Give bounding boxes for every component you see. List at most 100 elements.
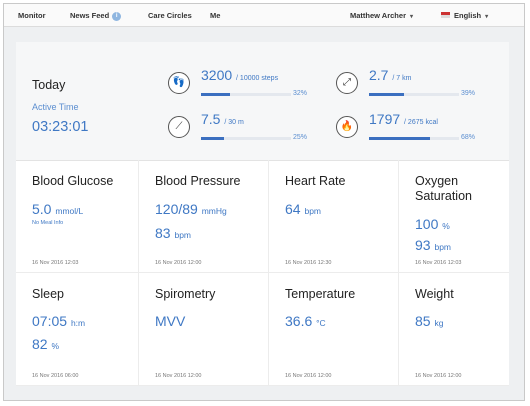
climb-value-wrap: 7.5 / 30 m xyxy=(201,111,244,127)
metric-unit: % xyxy=(442,221,450,231)
metric-value-line: 64 bpm xyxy=(285,201,321,217)
meal-info-note: No Meal Info xyxy=(32,220,64,226)
metric-value-line-2: 93 bpm xyxy=(415,237,451,253)
distance-progress-fill xyxy=(369,93,405,96)
distance-stat[interactable]: ⤢ 2.7 / 7 km 39% xyxy=(336,67,486,106)
climb-value: 7.5 xyxy=(201,111,221,127)
metric-sleep[interactable]: Sleep 07:05 h:m 82 % 16 Nov 2016 06:00 xyxy=(16,273,139,386)
distance-percent: 39% xyxy=(461,90,476,97)
climb-stat[interactable]: ⟋ 7.5 / 30 m 25% xyxy=(168,111,318,150)
steps-stat[interactable]: 👣 3200 / 10000 steps 32% xyxy=(168,67,318,106)
metric-value: 36.6 xyxy=(285,313,313,329)
metric-blood-glucose[interactable]: Blood Glucose 5.0 mmol/L No Meal Info 16… xyxy=(16,160,139,273)
metric-heart-rate[interactable]: Heart Rate 64 bpm 16 Nov 2016 12:30 xyxy=(269,160,399,273)
climb-progress-bar xyxy=(201,137,291,140)
user-menu[interactable]: Matthew Archer ▾ xyxy=(350,11,413,20)
chevron-down-icon: ▾ xyxy=(409,14,413,20)
distance-value-wrap: 2.7 / 7 km xyxy=(369,67,411,83)
calories-progress-fill xyxy=(369,137,431,140)
metric-oxygen-saturation[interactable]: Oxygen Saturation 100 % 93 bpm 16 Nov 20… xyxy=(399,160,509,273)
today-summary: Today Active Time 03:23:01 👣 3200 / 1000… xyxy=(16,42,509,161)
metric-temperature[interactable]: Temperature 36.6 °C 16 Nov 2016 12:00 xyxy=(269,273,399,386)
distance-icon: ⤢ xyxy=(336,72,358,94)
metric-unit-2: % xyxy=(51,341,60,351)
distance-value: 2.7 xyxy=(369,67,389,83)
metric-spirometry[interactable]: Spirometry MVV 16 Nov 2016 12:00 xyxy=(139,273,269,386)
metric-value: 5.0 xyxy=(32,201,52,217)
notification-icon: i xyxy=(112,11,122,21)
metric-timestamp: 16 Nov 2016 12:30 xyxy=(285,260,332,266)
steps-unit: / 10000 steps xyxy=(236,75,279,82)
calories-percent: 68% xyxy=(461,134,476,141)
nav-care-circles[interactable]: Care Circles xyxy=(148,11,192,20)
user-name: Matthew Archer xyxy=(350,11,406,20)
calories-value: 1797 xyxy=(369,111,401,127)
language-label: English xyxy=(454,11,482,20)
metric-unit: °C xyxy=(316,318,326,328)
metric-name: Heart Rate xyxy=(285,174,346,188)
metric-weight[interactable]: Weight 85 kg 16 Nov 2016 12:00 xyxy=(399,273,509,386)
metric-value: 100 xyxy=(415,216,439,232)
app-window: Monitor News Feed i Care Circles Me Matth… xyxy=(3,3,525,401)
calories-unit: / 2675 kcal xyxy=(404,119,438,126)
metric-unit: bpm xyxy=(304,206,322,216)
metric-value-2: 82 xyxy=(32,336,48,352)
metric-value: 120/89 xyxy=(155,201,198,217)
metric-name: Blood Glucose xyxy=(32,174,114,188)
distance-unit: / 7 km xyxy=(392,75,412,82)
metric-value: MVV xyxy=(155,313,186,329)
metric-value-line: 36.6 °C xyxy=(285,313,326,329)
active-time-value: 03:23:01 xyxy=(32,119,89,135)
metric-timestamp: 16 Nov 2016 12:00 xyxy=(155,373,202,379)
metric-timestamp: 16 Nov 2016 12:03 xyxy=(32,260,79,266)
climb-progress-fill xyxy=(201,137,224,140)
metric-timestamp: 16 Nov 2016 06:00 xyxy=(32,373,79,379)
metric-value-line: 100 % xyxy=(415,216,450,232)
metric-timestamp: 16 Nov 2016 12:00 xyxy=(155,260,202,266)
calories-stat[interactable]: 🔥 1797 / 2675 kcal 68% xyxy=(336,111,486,150)
metric-value: 07:05 xyxy=(32,313,68,329)
flag-icon xyxy=(441,12,450,19)
nav-monitor[interactable]: Monitor xyxy=(18,11,46,20)
metric-name: Weight xyxy=(415,287,454,301)
metric-name: Temperature xyxy=(285,287,356,301)
metric-unit-2: bpm xyxy=(174,230,192,240)
dashboard-card: Today Active Time 03:23:01 👣 3200 / 1000… xyxy=(16,42,509,386)
metric-unit-2: bpm xyxy=(434,242,452,252)
metric-value-line-2: 82 % xyxy=(32,336,59,352)
steps-progress-bar xyxy=(201,93,291,96)
metric-name: Sleep xyxy=(32,287,64,301)
calories-value-wrap: 1797 / 2675 kcal xyxy=(369,111,438,127)
active-time-label: Active Time xyxy=(32,102,79,112)
metric-value-line: 85 kg xyxy=(415,313,443,329)
metric-name: Spirometry xyxy=(155,287,216,301)
metric-unit: kg xyxy=(434,318,444,328)
language-menu[interactable]: English ▾ xyxy=(441,11,488,20)
nav-news-feed[interactable]: News Feed i xyxy=(70,11,122,21)
metric-value: 64 xyxy=(285,201,301,217)
climb-unit: / 30 m xyxy=(224,119,244,126)
metric-value-line: 07:05 h:m xyxy=(32,313,85,329)
steps-progress-fill xyxy=(201,93,230,96)
climb-percent: 25% xyxy=(293,134,308,141)
metric-value: 85 xyxy=(415,313,431,329)
steps-value: 3200 xyxy=(201,67,233,83)
metric-blood-pressure[interactable]: Blood Pressure 120/89 mmHg 83 bpm 16 Nov… xyxy=(139,160,269,273)
metric-value-line: 5.0 mmol/L xyxy=(32,201,83,217)
metric-timestamp: 16 Nov 2016 12:03 xyxy=(415,260,462,266)
metric-unit: mmHg xyxy=(201,206,227,216)
today-title: Today xyxy=(32,78,66,92)
nav-me[interactable]: Me xyxy=(210,11,220,20)
metric-name: Blood Pressure xyxy=(155,174,241,188)
metric-timestamp: 16 Nov 2016 12:00 xyxy=(285,373,332,379)
metric-value-line: MVV xyxy=(155,313,185,329)
distance-progress-bar xyxy=(369,93,459,96)
footsteps-icon: 👣 xyxy=(168,72,190,94)
steps-percent: 32% xyxy=(293,90,308,97)
top-nav: Monitor News Feed i Care Circles Me Matth… xyxy=(4,4,524,27)
steps-value-wrap: 3200 / 10000 steps xyxy=(201,67,278,83)
metric-value-2: 93 xyxy=(415,237,431,253)
metric-unit: h:m xyxy=(70,318,86,328)
nav-news-feed-label: News Feed xyxy=(70,11,110,20)
metric-value-2: 83 xyxy=(155,225,171,241)
